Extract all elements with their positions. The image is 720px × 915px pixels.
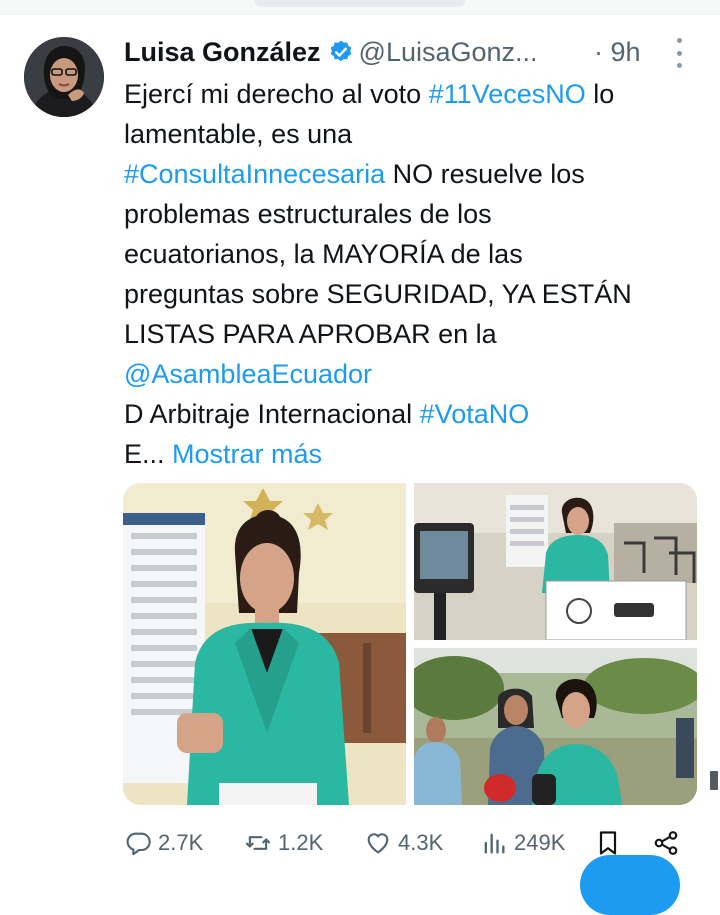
tweet-text-segment: lamentable, es una [124,119,353,149]
views-button[interactable]: 249K [480,823,565,863]
reply-count: 2.7K [158,830,204,855]
previous-tweet-edge [255,0,465,7]
tweet-text-line: @AsambleaEcuador [124,354,704,394]
author-name[interactable]: Luisa González [124,37,321,68]
tweet-media-grid [123,483,697,805]
tweet-text-line: preguntas sobre SEGURIDAD, YA ESTÁN [124,274,704,314]
tweet-text-line: Ejercí mi derecho al voto #11VecesNO lo [124,74,704,114]
more-options-icon[interactable] [674,38,684,68]
tweet-text-segment: ecuatorianos, la MAYORÍA de las [124,239,523,269]
repost-button[interactable]: 1.2K [244,823,323,863]
author-avatar[interactable] [24,37,104,117]
mention-link[interactable]: @AsambleaEcuador [124,359,372,389]
hashtag-link[interactable]: #VotaNO [420,399,530,429]
tweet-header: Luisa González @LuisaGonz... · 9h [124,30,704,74]
media-photo-2[interactable] [414,483,697,640]
media-photo-1[interactable] [123,483,406,805]
tweet-text-line: #ConsultaInnecesaria NO resuelve los [124,154,704,194]
top-divider [0,0,720,15]
like-count: 4.3K [398,830,444,855]
show-more-link[interactable]: Mostrar más [172,439,322,469]
like-button[interactable]: 4.3K [364,823,443,863]
tweet-text-segment: preguntas sobre SEGURIDAD, YA ESTÁN [124,279,632,309]
bookmark-icon [599,831,617,855]
share-icon [654,831,678,855]
hashtag-link[interactable]: #ConsultaInnecesaria [124,159,385,189]
tweet-text-segment: Ejercí mi derecho al voto [124,79,429,109]
scrollbar-thumb[interactable] [710,771,718,790]
tweet-text-line: lamentable, es una [124,114,704,154]
tweet-text-segment: D Arbitraje Internacional [124,399,420,429]
tweet-text-line: LISTAS PARA APROBAR en la [124,314,704,354]
tweet-text-segment: E... [124,439,173,469]
tweet-timestamp[interactable]: · 9h [594,37,641,68]
reply-icon [126,832,151,856]
tweet-text-line: ecuatorianos, la MAYORÍA de las [124,234,704,274]
view-count: 249K [514,830,566,855]
like-icon [367,833,389,854]
tweet-text-segment: problemas estructurales de los [124,199,492,229]
tweet-text-segment: lo [585,79,615,109]
reply-button[interactable]: 2.7K [124,823,203,863]
author-handle[interactable]: @LuisaGonz... [359,37,538,68]
tweet-text-line: problemas estructurales de los [124,194,704,234]
tweet-text-segment: NO resuelve los [385,159,585,189]
views-icon [484,833,505,854]
verified-badge-icon [328,39,354,65]
compose-fab-button[interactable] [580,855,680,915]
media-photo-3[interactable] [414,648,697,805]
tweet-text: Ejercí mi derecho al voto #11VecesNO lo l… [124,74,704,474]
hashtag-link[interactable]: #11VecesNO [429,79,586,109]
tweet-text-line: E... Mostrar más [124,434,704,474]
repost-count: 1.2K [278,830,324,855]
repost-icon [245,836,271,850]
tweet-text-line: D Arbitraje Internacional #VotaNO [124,394,704,434]
tweet-text-segment: LISTAS PARA APROBAR en la [124,319,497,349]
